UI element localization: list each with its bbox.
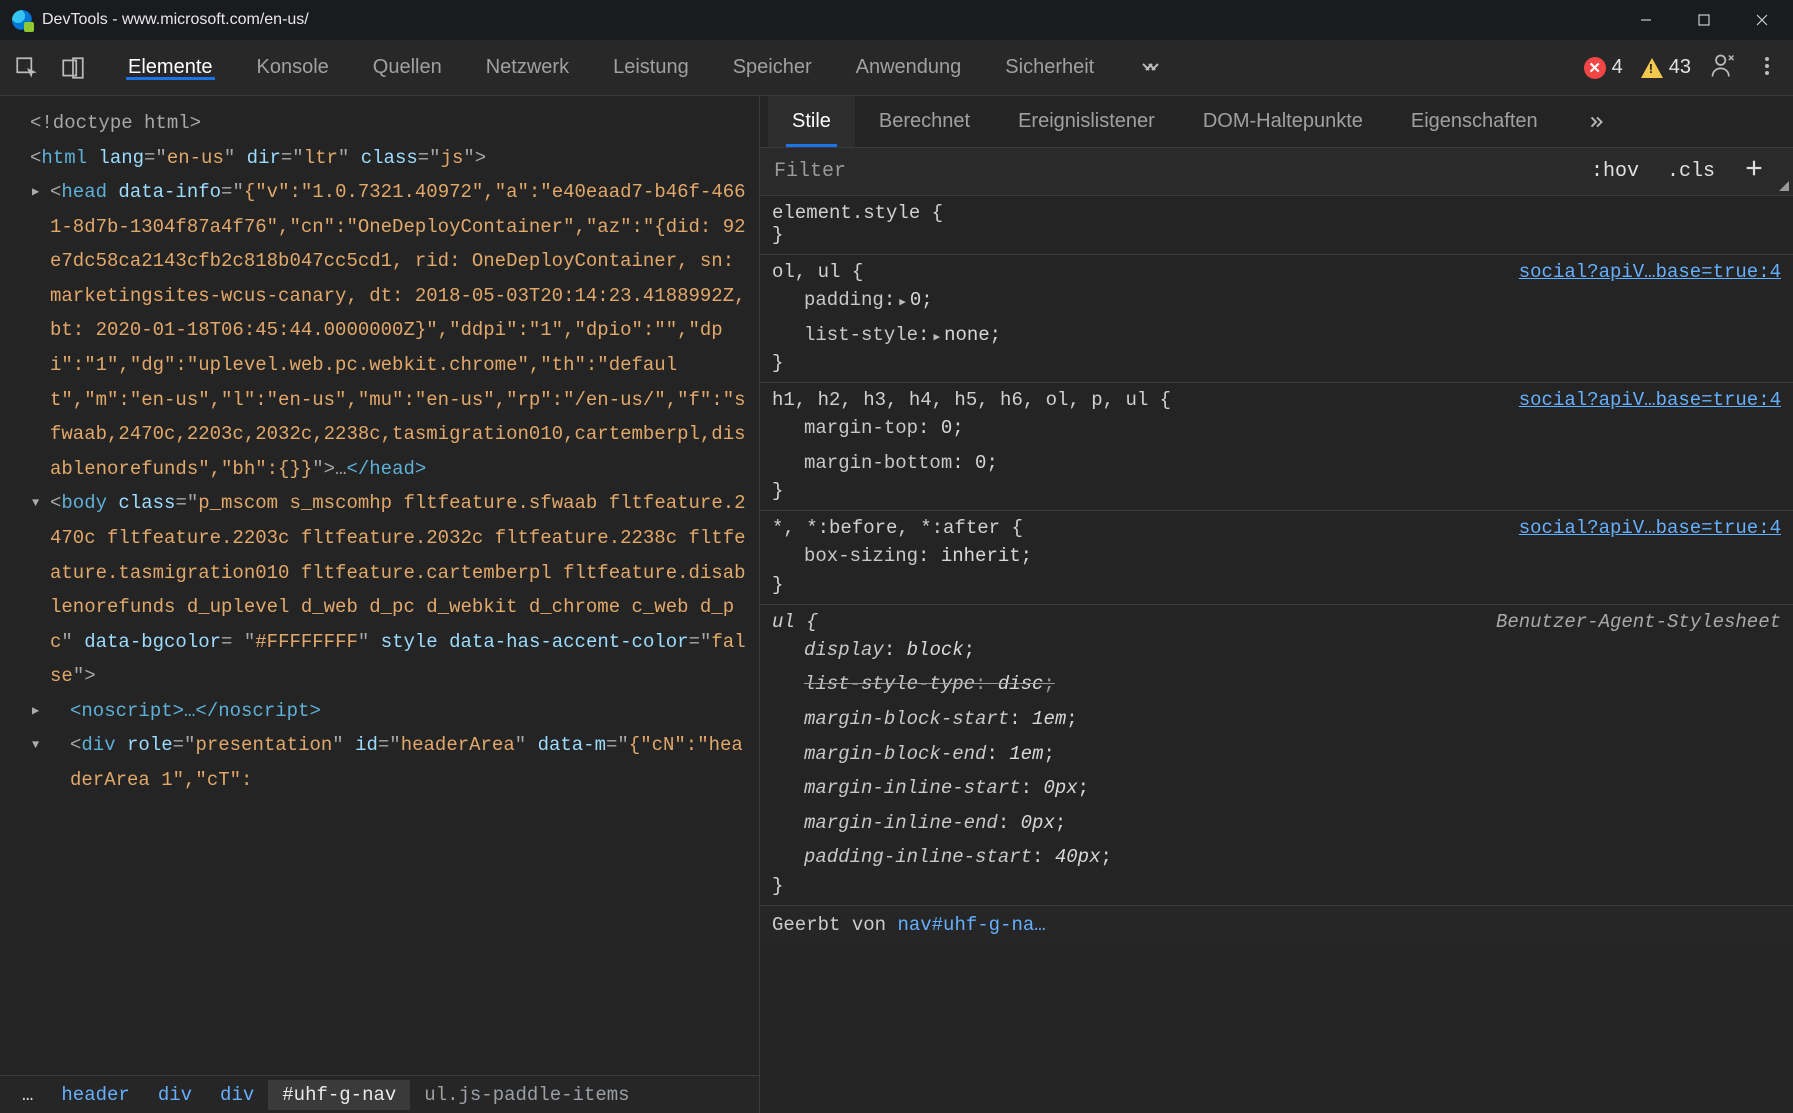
dom-doctype[interactable]: <!doctype html> bbox=[30, 106, 753, 141]
main-tabs: Elemente Konsole Quellen Netzwerk Leistu… bbox=[106, 56, 1184, 80]
warning-count-value: 43 bbox=[1669, 56, 1691, 79]
dom-body[interactable]: <body class="p_mscom s_mscomhp fltfeatur… bbox=[30, 486, 753, 693]
tab-quellen[interactable]: Quellen bbox=[351, 56, 464, 80]
expand-icon[interactable] bbox=[32, 735, 39, 757]
styles-tab-berechnet[interactable]: Berechnet bbox=[855, 96, 994, 147]
title-bar: DevTools - www.microsoft.com/en-us/ bbox=[0, 0, 1793, 40]
styles-tab-dom-haltepunkte[interactable]: DOM-Haltepunkte bbox=[1179, 96, 1387, 147]
breadcrumb-item[interactable]: div bbox=[206, 1080, 268, 1110]
styles-filter-row: :hov .cls bbox=[760, 148, 1793, 196]
ua-css-rule[interactable]: ul { Benutzer-Agent-Stylesheet display: … bbox=[760, 605, 1793, 906]
expand-icon[interactable] bbox=[32, 493, 39, 515]
styles-tabs: Stile Berechnet Ereignislistener DOM-Hal… bbox=[760, 96, 1793, 148]
inherited-from-row[interactable]: Geerbt von nav#uhf-g-na… bbox=[760, 906, 1793, 944]
window-controls bbox=[1617, 0, 1791, 40]
tab-speicher[interactable]: Speicher bbox=[711, 56, 834, 80]
minimize-button[interactable] bbox=[1617, 0, 1675, 40]
window-title: DevTools - www.microsoft.com/en-us/ bbox=[42, 11, 309, 29]
inspect-element-icon[interactable] bbox=[6, 47, 48, 89]
source-link[interactable]: social?apiV…base=true:4 bbox=[1519, 261, 1781, 283]
css-rule[interactable]: *, *:before, *:after { social?apiV…base=… bbox=[760, 511, 1793, 605]
elements-pane: <!doctype html> <html lang="en-us" dir="… bbox=[0, 96, 760, 1113]
breadcrumb: … header div div #uhf-g-nav ul.js-paddle… bbox=[0, 1075, 759, 1113]
app-icon bbox=[12, 10, 32, 30]
warning-count[interactable]: 43 bbox=[1641, 56, 1691, 79]
maximize-button[interactable] bbox=[1675, 0, 1733, 40]
tab-konsole[interactable]: Konsole bbox=[235, 56, 351, 80]
styles-body[interactable]: element.style { } ol, ul { social?apiV…b… bbox=[760, 196, 1793, 1113]
tab-leistung[interactable]: Leistung bbox=[591, 56, 711, 80]
breadcrumb-ellipsis[interactable]: … bbox=[8, 1080, 47, 1110]
new-style-rule-button[interactable] bbox=[1729, 157, 1779, 186]
breadcrumb-item[interactable]: ul.js-paddle-items bbox=[410, 1080, 643, 1110]
css-rule[interactable]: ol, ul { social?apiV…base=true:4 padding… bbox=[760, 255, 1793, 383]
error-count[interactable]: ✕ 4 bbox=[1584, 56, 1623, 79]
close-button[interactable] bbox=[1733, 0, 1791, 40]
error-icon: ✕ bbox=[1584, 57, 1606, 79]
styles-pane: Stile Berechnet Ereignislistener DOM-Hal… bbox=[760, 96, 1793, 1113]
css-rule[interactable]: h1, h2, h3, h4, h5, h6, ol, p, ul { soci… bbox=[760, 383, 1793, 511]
styles-filter-input[interactable] bbox=[760, 159, 1577, 184]
more-tabs-icon[interactable] bbox=[1116, 56, 1184, 80]
device-toolbar-icon[interactable] bbox=[52, 47, 94, 89]
dom-headerarea-div[interactable]: <div role="presentation" id="headerArea"… bbox=[30, 728, 753, 797]
tab-netzwerk[interactable]: Netzwerk bbox=[464, 56, 591, 80]
content-area: <!doctype html> <html lang="en-us" dir="… bbox=[0, 96, 1793, 1113]
breadcrumb-item[interactable]: div bbox=[144, 1080, 206, 1110]
tab-sicherheit[interactable]: Sicherheit bbox=[983, 56, 1116, 80]
breadcrumb-item-selected[interactable]: #uhf-g-nav bbox=[268, 1080, 410, 1110]
ua-source-label: Benutzer-Agent-Stylesheet bbox=[1496, 611, 1781, 633]
error-count-value: 4 bbox=[1612, 56, 1623, 79]
styles-tab-eigenschaften[interactable]: Eigenschaften bbox=[1387, 96, 1562, 147]
source-link[interactable]: social?apiV…base=true:4 bbox=[1519, 389, 1781, 411]
dom-head[interactable]: <head data-info="{"v":"1.0.7321.40972","… bbox=[30, 175, 753, 486]
tab-anwendung[interactable]: Anwendung bbox=[834, 56, 984, 80]
breadcrumb-item[interactable]: header bbox=[47, 1080, 143, 1110]
styles-tab-stile[interactable]: Stile bbox=[768, 96, 855, 147]
styles-tab-ereignislistener[interactable]: Ereignislistener bbox=[994, 96, 1179, 147]
dom-tree[interactable]: <!doctype html> <html lang="en-us" dir="… bbox=[0, 96, 759, 1075]
resize-handle-icon[interactable] bbox=[1779, 181, 1789, 191]
feedback-icon[interactable] bbox=[1709, 52, 1737, 83]
kebab-menu-icon[interactable] bbox=[1755, 54, 1779, 81]
warning-icon bbox=[1641, 58, 1663, 78]
hov-toggle[interactable]: :hov bbox=[1577, 160, 1653, 183]
inherited-element-link[interactable]: nav#uhf-g-na… bbox=[897, 914, 1045, 936]
expand-icon[interactable] bbox=[32, 182, 39, 204]
element-style-rule[interactable]: element.style { } bbox=[760, 196, 1793, 255]
dom-noscript[interactable]: <noscript>…</noscript> bbox=[30, 694, 753, 729]
dom-html-open[interactable]: <html lang="en-us" dir="ltr" class="js"> bbox=[30, 141, 753, 176]
styles-more-tabs-icon[interactable] bbox=[1562, 96, 1632, 147]
cls-toggle[interactable]: .cls bbox=[1653, 160, 1729, 183]
devtools-toolbar: Elemente Konsole Quellen Netzwerk Leistu… bbox=[0, 40, 1793, 96]
expand-icon[interactable] bbox=[32, 701, 39, 723]
tab-elemente[interactable]: Elemente bbox=[106, 56, 235, 80]
source-link[interactable]: social?apiV…base=true:4 bbox=[1519, 517, 1781, 539]
